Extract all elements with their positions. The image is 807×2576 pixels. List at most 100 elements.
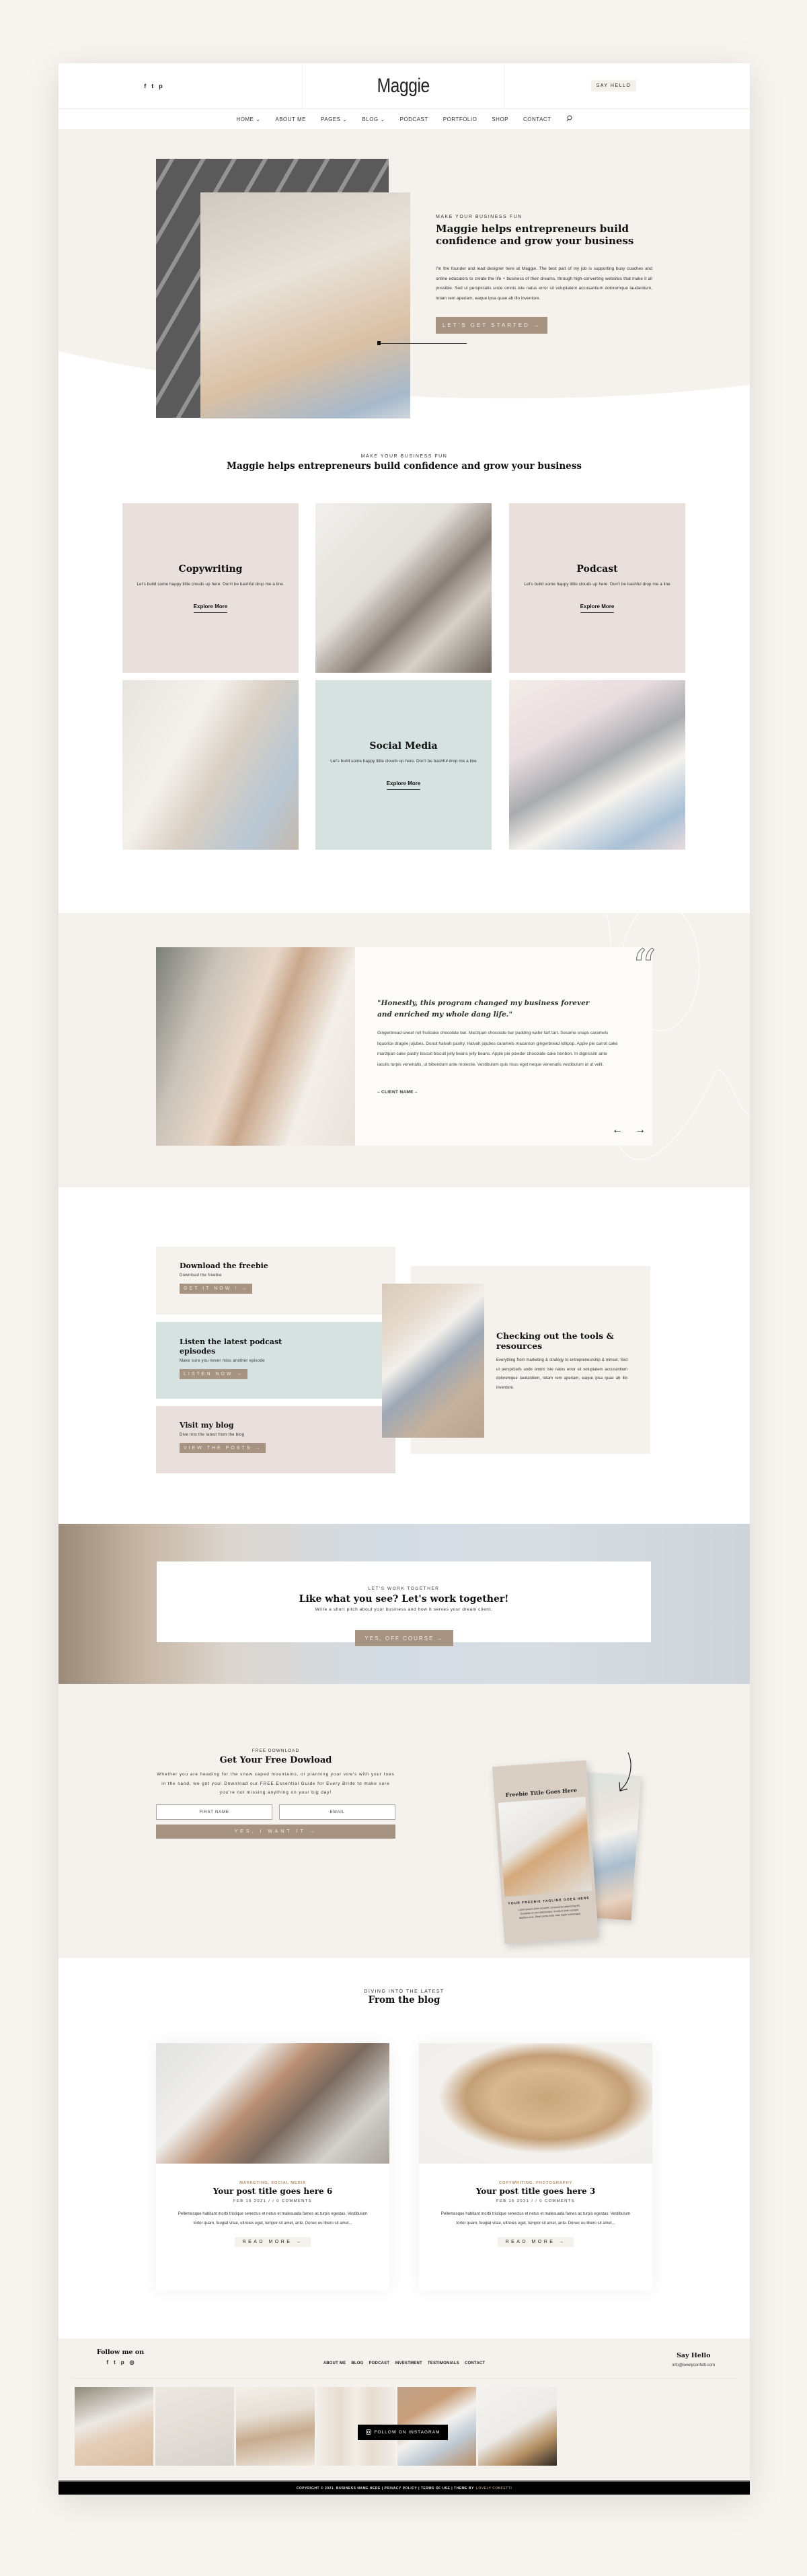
say-hello-button[interactable]: SAY HELLO	[590, 80, 637, 91]
follow-on-instagram-button[interactable]: FOLLOW ON INSTAGRAM	[358, 2425, 448, 2440]
post-title[interactable]: Your post title goes here 6	[156, 2186, 389, 2196]
testimonial-body: Gingerbread sweet roll fruitcake chocola…	[377, 1031, 618, 1067]
site-logo[interactable]: Maggie	[377, 75, 430, 98]
yes-of-course-button[interactable]: YES, OFF COURSE →	[355, 1630, 453, 1646]
curved-arrow-icon	[619, 1752, 631, 1792]
service-tile-podcast: Podcast Let's build some happy little cl…	[509, 503, 685, 673]
resources-photo	[382, 1284, 484, 1438]
footer-say-hello: Say Hello info@lovelyconfetti.com	[672, 2352, 715, 2367]
facebook-icon[interactable]: f	[144, 83, 146, 89]
copyright-text: COPYRIGHT © 2021. BUSINESS NAME HERE | P…	[296, 2486, 474, 2491]
free-download-form: FREE DOWNLOAD Get Your Free Dowload Whet…	[156, 1749, 395, 1839]
nav-home[interactable]: HOME ⌄	[236, 116, 260, 122]
read-more-button[interactable]: READ MORE →	[234, 2236, 311, 2247]
testimonial-client: – CLIENT NAME –	[377, 1090, 418, 1095]
follow-on-instagram-label: FOLLOW ON INSTAGRAM	[374, 2430, 440, 2435]
instagram-photo[interactable]	[478, 2387, 557, 2466]
get-started-button[interactable]: LET'S GET STARTED →	[436, 317, 548, 334]
instagram-photo[interactable]	[75, 2387, 153, 2466]
explore-more-link[interactable]: Explore More	[193, 603, 228, 613]
service-title: Social Media	[369, 740, 438, 751]
theme-brand-link[interactable]: LOVELY CONFETTI	[476, 2487, 512, 2491]
post-categories[interactable]: COPYWRITING, PHOTOGRAPHY	[419, 2181, 652, 2185]
follow-title: Follow me on	[96, 2349, 145, 2356]
page-container: f t p Maggie SAY HELLO HOME ⌄ ABOUT ME P…	[59, 63, 750, 2495]
box-text: Dive into the latest from the blog	[180, 1433, 245, 1437]
freebie-body: Whether you are heading for the snow cap…	[157, 1772, 395, 1796]
post-title[interactable]: Your post title goes here 3	[419, 2186, 652, 2196]
read-more-button[interactable]: READ MORE →	[497, 2236, 574, 2247]
testimonial-photo	[156, 947, 355, 1146]
post-meta: FEB 15 2021 / / 0 COMMENTS	[233, 2199, 312, 2203]
testimonial-card: “ "Honestly, this program changed my bus…	[355, 943, 656, 1146]
post-image[interactable]	[419, 2043, 652, 2164]
hero-connector-line	[379, 343, 467, 344]
next-arrow-icon[interactable]: →	[635, 1124, 646, 1136]
cta-title: Like what you see? Let's work together!	[299, 1594, 509, 1605]
tools-title: Checking out the tools & resources	[496, 1331, 614, 1351]
freebie-title: Get Your Free Dowload	[219, 1755, 332, 1765]
nav-podcast[interactable]: PODCAST	[400, 116, 428, 122]
site-footer: Follow me on f t p ◎ ABOUT ME BLOG PODCA…	[59, 2339, 750, 2495]
post-image[interactable]	[156, 2043, 389, 2164]
nav-pages[interactable]: PAGES ⌄	[321, 116, 347, 122]
nav-about-me[interactable]: ABOUT ME	[275, 116, 306, 122]
nav-portfolio[interactable]: PORTFOLIO	[443, 116, 477, 122]
main-nav: HOME ⌄ ABOUT ME PAGES ⌄ BLOG ⌄ PODCAST P…	[59, 109, 750, 129]
testimonial-quote: "Honestly, this program changed my busin…	[377, 999, 590, 1019]
get-it-now-button[interactable]: GET IT NOW ! →	[180, 1284, 253, 1294]
post-meta: FEB 15 2021 / / 0 COMMENTS	[496, 2199, 575, 2203]
blog-post-card: COPYWRITING, PHOTOGRAPHY Your post title…	[419, 2043, 652, 2291]
services-title: Maggie helps entrepreneurs build confide…	[227, 461, 582, 472]
search-icon[interactable]	[566, 115, 572, 123]
yes-i-want-it-button[interactable]: YES, I WANT IT →	[156, 1824, 395, 1839]
listen-now-button[interactable]: LISTEN NOW →	[180, 1369, 247, 1379]
email-input[interactable]	[279, 1804, 395, 1820]
mockup-photo	[498, 1796, 592, 1897]
free-download-section: FREE DOWNLOAD Get Your Free Dowload Whet…	[59, 1684, 750, 1958]
service-tile-social-media: Social Media Let's build some happy litt…	[315, 680, 492, 850]
resources-section: Checking out the tools & resources Every…	[59, 1187, 750, 1524]
explore-more-link[interactable]: Explore More	[386, 780, 421, 790]
hero-section: MAKE YOUR BUSINESS FUN Maggie helps entr…	[59, 129, 750, 418]
pinterest-icon[interactable]: p	[159, 83, 163, 89]
footer-nav-investment[interactable]: INVESTMENT	[395, 2361, 422, 2365]
instagram-photo[interactable]	[155, 2387, 234, 2466]
say-hello-title: Say Hello	[677, 2352, 711, 2359]
footer-nav-contact[interactable]: CONTACT	[465, 2361, 485, 2365]
footer-email-link[interactable]: info@lovelyconfetti.com	[672, 2363, 715, 2367]
service-tile-copywriting: Copywriting Let's build some happy littl…	[122, 503, 299, 673]
footer-nav-podcast[interactable]: PODCAST	[369, 2361, 389, 2365]
service-title: Podcast	[576, 563, 618, 575]
service-title: Copywriting	[178, 563, 243, 575]
nav-blog[interactable]: BLOG ⌄	[362, 116, 385, 122]
instagram-photo[interactable]	[236, 2387, 315, 2466]
box-title: Listen the latest podcast episodes	[180, 1337, 282, 1356]
services-eyebrow: MAKE YOUR BUSINESS FUN	[360, 454, 448, 459]
nav-contact[interactable]: CONTACT	[523, 116, 551, 122]
nav-shop[interactable]: SHOP	[492, 116, 508, 122]
service-photo-reading	[122, 680, 299, 850]
footer-nav: ABOUT ME BLOG PODCAST INVESTMENT TESTIMO…	[72, 2361, 736, 2365]
twitter-icon[interactable]: t	[151, 83, 153, 89]
testimonial-section: “ "Honestly, this program changed my bus…	[59, 913, 750, 1187]
footer-nav-testimonials[interactable]: TESTIMONIALS	[428, 2361, 459, 2365]
footer-nav-blog[interactable]: BLOG	[351, 2361, 363, 2365]
post-categories[interactable]: MARKETING, SOCIAL MEDIA	[156, 2181, 389, 2185]
footer-nav-about[interactable]: ABOUT ME	[323, 2361, 346, 2365]
prev-arrow-icon[interactable]: ←	[612, 1124, 623, 1136]
hero-connector-dot	[377, 341, 381, 345]
service-photo-laptop	[509, 680, 685, 850]
hero-body: I'm the founder and lead designer here a…	[436, 266, 652, 301]
first-name-input[interactable]	[156, 1804, 272, 1820]
view-posts-button[interactable]: VIEW THE POSTS →	[180, 1443, 266, 1453]
blog-eyebrow: DIVING INTO THE LATEST	[364, 1989, 445, 1994]
blog-section: DIVING INTO THE LATEST From the blog MAR…	[59, 1958, 750, 2339]
site-header: f t p Maggie SAY HELLO HOME ⌄ ABOUT ME P…	[59, 63, 750, 129]
freebie-mockup-cover: Freebie Title Goes Here YOUR FREEBIE TAG…	[492, 1760, 599, 1944]
explore-more-link[interactable]: Explore More	[580, 603, 615, 613]
hero-eyebrow: MAKE YOUR BUSINESS FUN	[436, 215, 523, 219]
header-social-icons: f t p	[144, 83, 163, 89]
podcast-box: Listen the latest podcast episodes Make …	[156, 1322, 395, 1399]
freebie-box: Download the freebie Download the freebi…	[156, 1247, 395, 1315]
